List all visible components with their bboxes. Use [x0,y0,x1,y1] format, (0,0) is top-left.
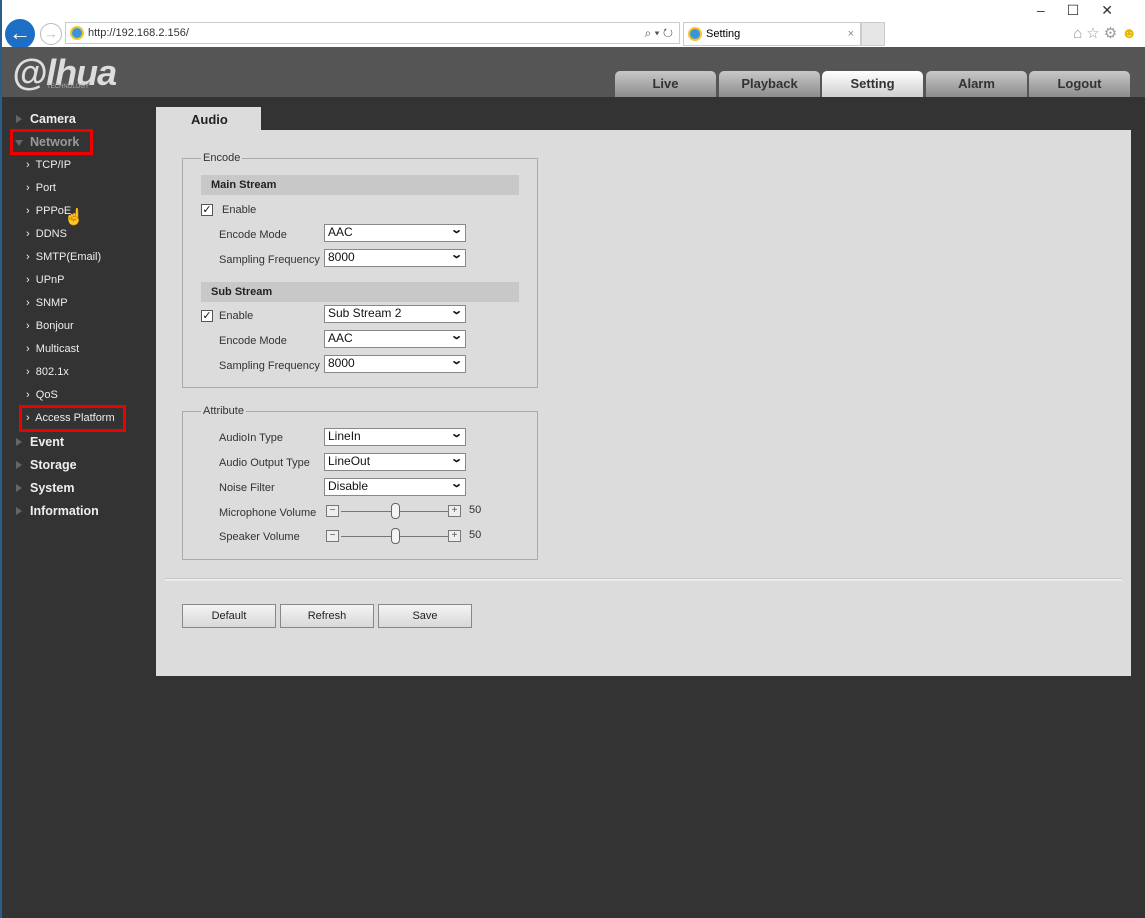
search-refresh-icons[interactable]: ⌕ ▾ ↻ [644,23,673,43]
chevron-down-icon: ⌄ [449,453,463,465]
sidebar-item-upnp[interactable]: › UPnP [26,274,65,286]
expand-icon [16,484,22,492]
main-stream-header: Main Stream [201,175,519,195]
back-button[interactable]: ← [5,19,35,49]
new-tab-button[interactable] [861,22,885,46]
plus-icon[interactable]: + [448,505,461,517]
refresh-button[interactable]: Refresh [280,604,374,628]
sub-enable-label: Enable [219,310,254,322]
audioout-select[interactable]: LineOut ⌄ [324,453,466,471]
url-text: http://192.168.2.156/ [88,27,189,39]
ie-icon [688,27,702,41]
sidebar-item-multicast[interactable]: › Multicast [26,343,79,355]
sidebar-item-snmp[interactable]: › SNMP [26,297,68,309]
hand-cursor-icon: ☝ [64,209,84,226]
sidebar-item-8021x[interactable]: › 802.1x [26,366,69,378]
mic-volume-label: Microphone Volume [219,507,317,519]
chevron-down-icon: ⌄ [449,224,463,236]
window-controls[interactable]: –☐✕ [1037,2,1135,19]
sub-sampling-select[interactable]: 8000 ⌄ [324,355,466,373]
close-tab-icon[interactable]: × [848,23,854,45]
chevron-down-icon: ⌄ [449,330,463,342]
minus-icon[interactable]: − [326,505,339,517]
speaker-volume-value: 50 [469,529,482,541]
sub-encode-mode-label: Encode Mode [219,335,287,347]
sub-sampling-label: Sampling Frequency [219,360,320,372]
tab-title: Setting [706,28,741,40]
chevron-down-icon: ⌄ [449,355,463,367]
mic-volume-slider[interactable]: − + 50 [326,503,486,519]
main-enable-label: Enable [222,204,257,216]
audioin-select[interactable]: LineIn ⌄ [324,428,466,446]
expand-icon [16,115,22,123]
divider [165,578,1122,581]
minus-icon[interactable]: − [326,530,339,542]
expand-icon [16,438,22,446]
sidebar-item-tcpip[interactable]: › TCP/IP [26,159,71,171]
slider-handle[interactable] [391,528,400,544]
sidebar-camera[interactable]: Camera [16,112,76,126]
nav-playback[interactable]: Playback [719,71,820,97]
attribute-legend: Attribute [203,405,244,417]
nav-setting[interactable]: Setting [822,71,923,97]
noise-filter-select[interactable]: Disable ⌄ [324,478,466,496]
ie-icon [70,26,84,40]
slider-handle[interactable] [391,503,400,519]
sidebar-information[interactable]: Information [16,504,99,518]
sub-enable-checkbox[interactable]: ✓ [201,310,213,322]
encode-legend: Encode [203,152,241,164]
speaker-volume-label: Speaker Volume [219,531,300,543]
speaker-volume-slider[interactable]: − + 50 [326,528,486,544]
nav-live[interactable]: Live [615,71,716,97]
logo-subtitle: TECHNOLOGY [47,84,90,90]
plus-icon[interactable]: + [448,530,461,542]
mic-volume-value: 50 [469,504,482,516]
sidebar-system[interactable]: System [16,481,74,495]
sub-encode-mode-select[interactable]: AAC ⌄ [324,330,466,348]
address-bar[interactable]: http://192.168.2.156/ ⌕ ▾ ↻ [65,22,680,44]
sidebar-item-qos[interactable]: › QoS [26,389,58,401]
chevron-down-icon: ⌄ [449,249,463,261]
main-encode-mode-select[interactable]: AAC ⌄ [324,224,466,242]
expand-icon [16,461,22,469]
expand-icon [16,507,22,515]
main-sampling-label: Sampling Frequency [219,254,320,266]
sidebar-item-smtp[interactable]: › SMTP(Email) [26,251,101,263]
browser-toolbar-icons[interactable]: ⌂☆⚙☻ [1073,24,1141,42]
sidebar-item-port[interactable]: › Port [26,182,56,194]
save-button[interactable]: Save [378,604,472,628]
tab-audio[interactable]: Audio [156,107,261,131]
sub-stream-header: Sub Stream [201,282,519,302]
sub-stream-select[interactable]: Sub Stream 2 ⌄ [324,305,466,323]
main-enable-checkbox[interactable]: ✓ [201,204,213,216]
nav-logout[interactable]: Logout [1029,71,1130,97]
forward-button[interactable]: → [40,23,62,45]
sidebar-item-bonjour[interactable]: › Bonjour [26,320,74,332]
chevron-down-icon: ⌄ [449,428,463,440]
noise-filter-label: Noise Filter [219,482,275,494]
highlight-box [10,129,93,155]
sidebar-storage[interactable]: Storage [16,458,77,472]
audioout-label: Audio Output Type [219,457,310,469]
sidebar-event[interactable]: Event [16,435,64,449]
main-encode-mode-label: Encode Mode [219,229,287,241]
nav-alarm[interactable]: Alarm [926,71,1027,97]
browser-tab[interactable]: Setting × [683,22,861,46]
audioin-label: AudioIn Type [219,432,284,444]
chevron-down-icon: ⌄ [449,478,463,490]
default-button[interactable]: Default [182,604,276,628]
highlight-box [19,405,126,432]
chevron-down-icon: ⌄ [449,305,463,317]
main-sampling-select[interactable]: 8000 ⌄ [324,249,466,267]
sidebar-item-ddns[interactable]: › DDNS [26,228,67,240]
